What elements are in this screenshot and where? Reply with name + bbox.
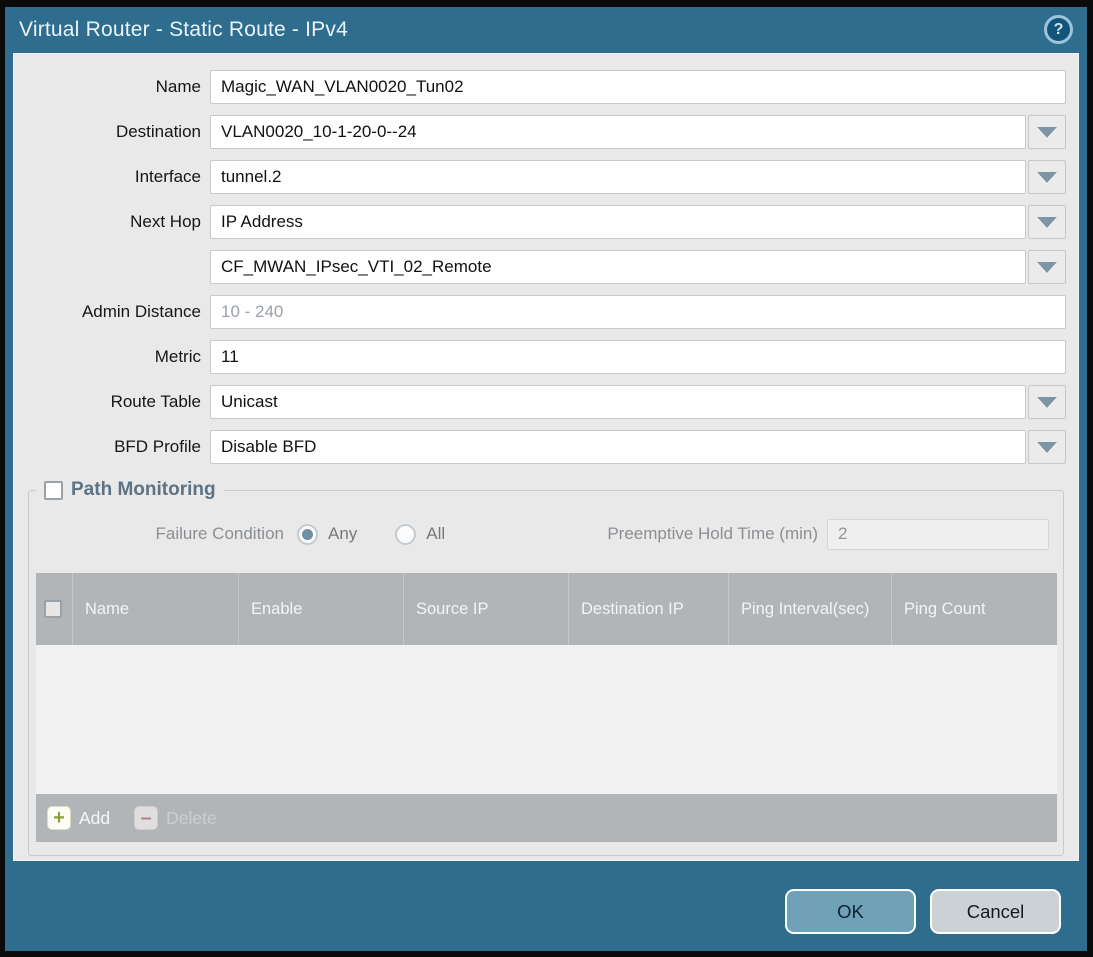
nexthop-type-dropdown-button[interactable] bbox=[1028, 205, 1066, 239]
table-header-row: Name Enable Source IP Destination IP Pin… bbox=[36, 573, 1057, 645]
nexthop-value-input[interactable] bbox=[210, 250, 1026, 284]
select-all-header-cell bbox=[36, 573, 73, 645]
failure-condition-all-label: All bbox=[426, 524, 445, 544]
column-header-ping-interval[interactable]: Ping Interval(sec) bbox=[729, 573, 892, 645]
dialog-title: Virtual Router - Static Route - IPv4 bbox=[5, 18, 348, 42]
delete-button[interactable]: – Delete bbox=[134, 806, 217, 830]
plus-icon: + bbox=[47, 806, 71, 830]
cancel-button[interactable]: Cancel bbox=[930, 889, 1061, 934]
delete-button-label: Delete bbox=[166, 808, 217, 829]
preemptive-hold-time-label: Preemptive Hold Time (min) bbox=[483, 524, 827, 544]
failure-condition-all-radio[interactable] bbox=[395, 524, 416, 545]
ok-button[interactable]: OK bbox=[785, 889, 916, 934]
nexthop-label: Next Hop bbox=[14, 212, 210, 232]
form-row-bfd-profile: BFD Profile bbox=[14, 430, 1078, 464]
preemptive-hold-time-input[interactable] bbox=[827, 519, 1049, 550]
add-button[interactable]: + Add bbox=[47, 806, 110, 830]
bfd-profile-label: BFD Profile bbox=[14, 437, 210, 457]
column-header-name[interactable]: Name bbox=[73, 573, 239, 645]
chevron-down-icon bbox=[1037, 217, 1057, 228]
radio-dot bbox=[302, 529, 313, 540]
failure-condition-any-label: Any bbox=[328, 524, 357, 544]
nexthop-value-dropdown-button[interactable] bbox=[1028, 250, 1066, 284]
chevron-down-icon bbox=[1037, 397, 1057, 408]
path-monitoring-legend: Path Monitoring bbox=[36, 479, 224, 501]
route-table-label: Route Table bbox=[14, 392, 210, 412]
form-row-route-table: Route Table bbox=[14, 385, 1078, 419]
form-row-metric: Metric bbox=[14, 340, 1078, 374]
column-header-source-ip[interactable]: Source IP bbox=[404, 573, 569, 645]
name-input[interactable] bbox=[210, 70, 1066, 104]
column-header-destination-ip[interactable]: Destination IP bbox=[569, 573, 729, 645]
destination-label: Destination bbox=[14, 122, 210, 142]
column-header-ping-count[interactable]: Ping Count bbox=[892, 573, 1057, 645]
minus-icon: – bbox=[134, 806, 158, 830]
name-label: Name bbox=[14, 77, 210, 97]
help-icon[interactable]: ? bbox=[1044, 15, 1073, 44]
route-table-dropdown-button[interactable] bbox=[1028, 385, 1066, 419]
failure-condition-label: Failure Condition bbox=[29, 524, 297, 544]
failure-condition-any-radio[interactable] bbox=[297, 524, 318, 545]
table-action-bar: + Add – Delete bbox=[36, 794, 1057, 842]
admin-distance-input[interactable] bbox=[210, 295, 1066, 329]
path-monitoring-table: Name Enable Source IP Destination IP Pin… bbox=[36, 573, 1057, 842]
path-monitoring-group: Path Monitoring Failure Condition Any Al… bbox=[28, 490, 1064, 856]
form-row-nexthop-type: Next Hop bbox=[14, 205, 1078, 239]
screen: Virtual Router - Static Route - IPv4 ? N… bbox=[0, 0, 1093, 957]
static-route-dialog: Virtual Router - Static Route - IPv4 ? N… bbox=[5, 7, 1087, 951]
path-monitoring-checkbox[interactable] bbox=[44, 481, 63, 500]
form-row-interface: Interface bbox=[14, 160, 1078, 194]
form-row-nexthop-value bbox=[14, 250, 1078, 284]
path-monitoring-title: Path Monitoring bbox=[71, 479, 216, 501]
form-area: Name Destination Interface bbox=[14, 54, 1078, 464]
form-row-admin-distance: Admin Distance bbox=[14, 295, 1078, 329]
table-body-empty bbox=[36, 645, 1057, 794]
chevron-down-icon bbox=[1037, 442, 1057, 453]
metric-input[interactable] bbox=[210, 340, 1066, 374]
interface-dropdown-button[interactable] bbox=[1028, 160, 1066, 194]
column-header-enable[interactable]: Enable bbox=[239, 573, 404, 645]
bfd-profile-dropdown-button[interactable] bbox=[1028, 430, 1066, 464]
add-button-label: Add bbox=[79, 808, 110, 829]
metric-label: Metric bbox=[14, 347, 210, 367]
failure-condition-row: Failure Condition Any All Preemptive Hol… bbox=[29, 517, 1063, 551]
destination-input[interactable] bbox=[210, 115, 1026, 149]
admin-distance-label: Admin Distance bbox=[14, 302, 210, 322]
bfd-profile-input[interactable] bbox=[210, 430, 1026, 464]
form-row-name: Name bbox=[14, 70, 1078, 104]
chevron-down-icon bbox=[1037, 262, 1057, 273]
chevron-down-icon bbox=[1037, 127, 1057, 138]
destination-dropdown-button[interactable] bbox=[1028, 115, 1066, 149]
dialog-body: Name Destination Interface bbox=[13, 53, 1079, 861]
interface-input[interactable] bbox=[210, 160, 1026, 194]
dialog-footer: OK Cancel bbox=[5, 861, 1087, 951]
chevron-down-icon bbox=[1037, 172, 1057, 183]
nexthop-type-input[interactable] bbox=[210, 205, 1026, 239]
dialog-titlebar: Virtual Router - Static Route - IPv4 ? bbox=[5, 7, 1087, 53]
interface-label: Interface bbox=[14, 167, 210, 187]
select-all-checkbox[interactable] bbox=[44, 600, 62, 618]
form-row-destination: Destination bbox=[14, 115, 1078, 149]
route-table-input[interactable] bbox=[210, 385, 1026, 419]
